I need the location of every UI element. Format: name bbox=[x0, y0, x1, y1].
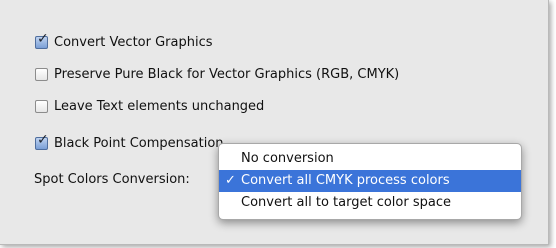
menu-item-convert-to-target-color-space[interactable]: Convert all to target color space bbox=[219, 192, 521, 214]
preserve-pure-black-label: Preserve Pure Black for Vector Graphics … bbox=[54, 66, 400, 82]
convert-vector-graphics-option[interactable]: ✓ Convert Vector Graphics bbox=[35, 32, 213, 52]
preserve-pure-black-checkbox[interactable] bbox=[35, 67, 48, 81]
leave-text-unchanged-label: Leave Text elements unchanged bbox=[54, 98, 265, 114]
leave-text-unchanged-checkbox[interactable] bbox=[35, 99, 48, 113]
spot-colors-conversion-label: Spot Colors Conversion: bbox=[34, 172, 190, 187]
checkmark-icon: ✓ bbox=[37, 131, 49, 148]
convert-vector-graphics-checkbox[interactable]: ✓ bbox=[35, 32, 49, 49]
preserve-pure-black-option[interactable]: Preserve Pure Black for Vector Graphics … bbox=[35, 64, 399, 84]
menu-item-no-conversion[interactable]: No conversion bbox=[219, 148, 521, 170]
black-point-compensation-checkbox[interactable]: ✓ bbox=[35, 133, 49, 150]
black-point-compensation-option[interactable]: ✓ Black Point Compensation bbox=[35, 133, 224, 153]
checkmark-icon: ✓ bbox=[37, 30, 49, 47]
menu-item-label: Convert all CMYK process colors bbox=[241, 173, 450, 188]
black-point-compensation-label: Black Point Compensation bbox=[54, 135, 224, 151]
menu-item-label: Convert all to target color space bbox=[241, 195, 451, 210]
spot-colors-conversion-dropdown-menu[interactable]: No conversion ✓ Convert all CMYK process… bbox=[218, 143, 522, 220]
convert-vector-graphics-label: Convert Vector Graphics bbox=[54, 34, 213, 50]
menu-item-label: No conversion bbox=[241, 151, 334, 166]
leave-text-unchanged-option[interactable]: Leave Text elements unchanged bbox=[35, 96, 264, 116]
menu-item-convert-cmyk-process-colors[interactable]: ✓ Convert all CMYK process colors bbox=[219, 170, 521, 192]
menu-checkmark-icon: ✓ bbox=[225, 173, 236, 188]
color-conversion-options-panel: ✓ Convert Vector Graphics Preserve Pure … bbox=[0, 0, 549, 245]
